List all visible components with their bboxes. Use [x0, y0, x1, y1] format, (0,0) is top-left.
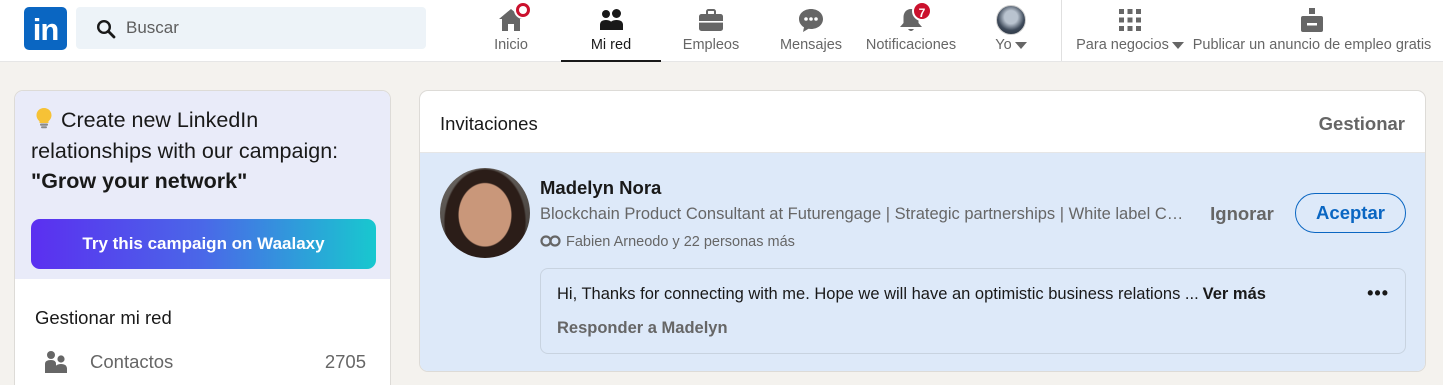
- nav-messaging[interactable]: Mensajes: [772, 0, 850, 61]
- invitation-item: Madelyn Nora Blockchain Product Consulta…: [420, 152, 1425, 371]
- manage-network-title: Gestionar mi red: [35, 307, 172, 328]
- top-nav-bar: in Inicio Mi red Emple: [0, 0, 1443, 62]
- grid-icon: [1119, 9, 1141, 31]
- search-box[interactable]: [76, 7, 426, 49]
- invitee-headline: Blockchain Product Consultant at Futuren…: [540, 205, 1185, 223]
- contacts-label: Contactos: [90, 351, 174, 372]
- nav-notifications[interactable]: 7 Notificaciones: [862, 0, 960, 61]
- sidebar-item-contacts[interactable]: Contactos 2705: [15, 347, 390, 377]
- waalaxy-promo-banner: Create new LinkedIn relationships with o…: [15, 91, 390, 279]
- invitations-card: Invitaciones Gestionar Madelyn Nora Bloc…: [419, 90, 1426, 372]
- nav-my-network[interactable]: Mi red: [561, 0, 661, 62]
- nav-home[interactable]: Inicio: [472, 0, 550, 61]
- ignore-button[interactable]: Ignorar: [1202, 195, 1282, 233]
- chevron-down-icon: [1171, 41, 1184, 49]
- mutual-connections-text: Fabien Arneodo y 22 personas más: [566, 234, 795, 250]
- nav-home-label: Inicio: [494, 37, 528, 53]
- mutual-connections-icon: [540, 235, 561, 247]
- try-campaign-button[interactable]: Try this campaign on Waalaxy: [31, 219, 376, 269]
- nav-jobs[interactable]: Empleos: [672, 0, 750, 61]
- invitee-avatar[interactable]: [440, 168, 530, 258]
- search-icon: [96, 19, 116, 39]
- home-notification-dot: [514, 1, 532, 19]
- accept-button[interactable]: Aceptar: [1295, 193, 1406, 233]
- promo-line: Create new LinkedIn relationships with o…: [31, 108, 339, 163]
- invitee-name[interactable]: Madelyn Nora: [540, 177, 661, 199]
- nav-divider: [1061, 0, 1062, 61]
- reply-link[interactable]: Responder a Madelyn: [557, 319, 728, 338]
- network-icon: [600, 9, 623, 30]
- more-options-icon[interactable]: •••: [1367, 283, 1389, 304]
- contacts-count: 2705: [324, 351, 366, 372]
- lightbulb-icon: [35, 105, 53, 136]
- left-sidebar-card: Create new LinkedIn relationships with o…: [14, 90, 391, 385]
- nav-messaging-label: Mensajes: [779, 37, 843, 53]
- contacts-icon: [45, 351, 67, 373]
- nav-for-business-text: Para negocios: [1076, 37, 1169, 53]
- promo-text: Create new LinkedIn relationships with o…: [31, 105, 381, 197]
- mutual-connections[interactable]: Fabien Arneodo y 22 personas más: [540, 234, 795, 250]
- linkedin-logo[interactable]: in: [24, 7, 67, 50]
- nav-notifications-label: Notificaciones: [865, 37, 957, 53]
- manage-invitations-link[interactable]: Gestionar: [1319, 113, 1405, 135]
- invitation-message-text: Hi, Thanks for connecting with me. Hope …: [557, 285, 1199, 303]
- nav-post-job-label: Publicar un anuncio de empleo gratis: [1192, 37, 1432, 53]
- nav-for-business[interactable]: Para negocios: [1074, 0, 1186, 61]
- invitations-title: Invitaciones: [440, 113, 538, 134]
- messaging-icon: [799, 9, 823, 32]
- invitation-message-box: Hi, Thanks for connecting with me. Hope …: [540, 268, 1406, 354]
- nav-for-business-label: Para negocios: [1074, 37, 1186, 53]
- invitation-message: Hi, Thanks for connecting with me. Hope …: [557, 285, 1266, 304]
- nav-me[interactable]: Yo: [978, 0, 1044, 61]
- nav-my-network-label: Mi red: [590, 37, 632, 53]
- nav-jobs-label: Empleos: [682, 37, 740, 53]
- nav-post-job[interactable]: Publicar un anuncio de empleo gratis: [1188, 0, 1436, 61]
- nav-me-text: Yo: [995, 37, 1012, 53]
- profile-avatar: [996, 5, 1026, 35]
- post-job-icon: [1301, 8, 1323, 32]
- chevron-down-icon: [1014, 41, 1027, 49]
- nav-me-label: Yo: [978, 37, 1044, 53]
- see-more-link[interactable]: Ver más: [1203, 285, 1266, 303]
- notifications-count-badge: 7: [912, 1, 932, 21]
- briefcase-icon: [699, 9, 723, 31]
- search-input[interactable]: [126, 7, 416, 49]
- promo-highlight: "Grow your network": [31, 169, 248, 193]
